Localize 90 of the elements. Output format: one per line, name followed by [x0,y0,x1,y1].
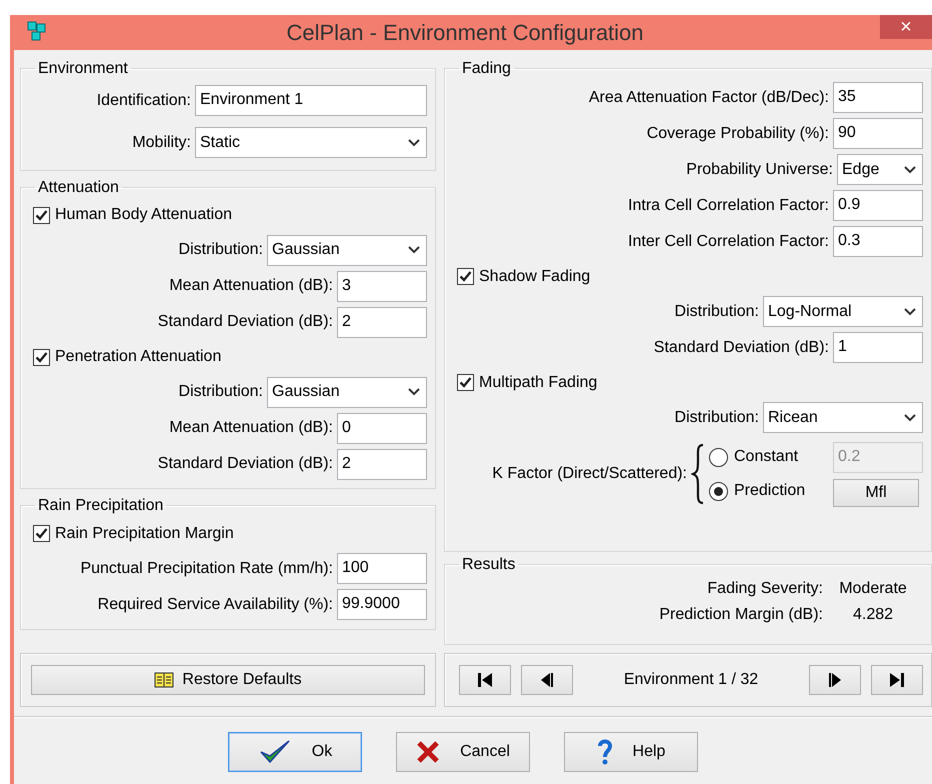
field-label: Standard Deviation (dB): [654,338,829,358]
checkmark-icon [35,350,48,364]
field-label: Punctual Precipitation Rate (mm/h): [80,558,333,579]
dropdown[interactable]: Ricean [763,402,923,434]
result-value: 4.282 [852,604,894,625]
field-label: Coverage Probability (%): [646,124,829,144]
checkbox-label[interactable]: Multipath Fading [479,370,598,395]
checkbox-label[interactable]: Penetration Attenuation [55,345,222,370]
input-field[interactable]: 90 [833,118,923,150]
dropdown[interactable]: Edge [837,154,923,186]
input-field[interactable]: 100 [337,553,427,584]
checkmark-icon [35,208,48,222]
input-field[interactable]: 2 [337,448,427,480]
previous-button[interactable] [521,665,573,695]
window-title: CelPlan - Environment Configuration [285,19,645,47]
first-icon [476,671,494,689]
input-field[interactable]: 0.9 [833,190,923,222]
close-button[interactable]: × [880,15,932,39]
checkmark-icon [459,270,472,284]
first-button[interactable] [459,665,511,695]
dropdown[interactable]: Log-Normal [763,296,923,328]
radio-label[interactable]: Prediction [734,479,806,504]
group-title: Attenuation [37,178,120,196]
chevron-icon [904,414,916,422]
field-label: Mean Attenuation (dB): [169,276,333,296]
help-icon [596,738,613,766]
field-label: Inter Cell Correlation Factor: [628,232,829,252]
field-label: Identification: [96,90,191,111]
dialog-button[interactable]: Ok [228,732,362,772]
last-icon [888,671,906,689]
next-button[interactable] [808,665,861,695]
input-field[interactable]: 3 [337,270,427,302]
field-label: Standard Deviation (dB): [158,312,333,332]
mfl-button[interactable]: Mfl [833,478,919,507]
checkbox[interactable] [457,268,474,286]
result-label: Fading Severity: [707,578,823,599]
group-title: Fading [461,60,512,78]
input-field[interactable]: Environment 1 [195,85,427,116]
input-field[interactable]: 0.3 [833,226,923,258]
close-icon [416,740,440,764]
chevron-icon [408,246,420,254]
checkmark-icon [258,738,292,766]
dropdown[interactable]: Gaussian [267,376,427,408]
checkbox-label[interactable]: Rain Precipitation Margin [55,522,234,546]
group-title: Rain Precipitation [37,497,164,515]
field-label: Standard Deviation (dB): [158,454,333,474]
chevron-icon [408,138,420,147]
field-label: Required Service Availability (%): [98,594,333,615]
input-field[interactable]: 35 [833,82,923,114]
chevron-icon [408,388,420,396]
field-label: K Factor (Direct/Scattered): [492,464,687,484]
input-field[interactable]: 1 [833,332,923,364]
dropdown[interactable]: Static [195,127,427,158]
chevron-icon [904,308,916,316]
dialog-button[interactable]: Cancel [396,732,530,772]
field-label: Probability Universe: [686,160,833,180]
radio-label[interactable]: Constant [734,445,798,470]
radio-button[interactable] [709,448,728,467]
dropdown[interactable]: Gaussian [267,234,427,266]
radio-button[interactable] [709,482,728,501]
chevron-icon [904,166,916,174]
field-label: Intra Cell Correlation Factor: [628,196,829,216]
restore-defaults-button[interactable]: Restore Defaults [31,665,425,695]
checkbox-label[interactable]: Human Body Attenuation [55,203,232,228]
field-label: Distribution: [178,382,263,402]
checkbox[interactable] [33,525,50,542]
input-field[interactable]: 2 [337,306,427,338]
field-label: Area Attenuation Factor (dB/Dec): [588,88,829,108]
brace-icon [691,443,705,506]
input-field[interactable]: 99.9000 [337,589,427,620]
checkbox-label[interactable]: Shadow Fading [479,264,590,289]
field-label: Distribution: [674,302,759,322]
group-title: Results [461,556,516,574]
dialog-button[interactable]: Help [564,732,698,772]
last-button[interactable] [870,665,923,695]
checkmark-icon [459,376,472,390]
result-value: Moderate [838,578,908,599]
checkbox[interactable] [457,374,474,392]
field-label: Distribution: [674,408,759,428]
field-label: Mobility: [132,132,191,153]
field-label: Mean Attenuation (dB): [169,418,333,438]
record-counter: Environment 1 / 32 [624,670,758,690]
checkbox[interactable] [33,348,50,366]
result-label: Prediction Margin (dB): [659,604,823,625]
table-icon [154,672,174,688]
group-title: Environment [37,60,129,78]
checkmark-icon [35,527,48,540]
field-label: Distribution: [178,240,263,260]
checkbox[interactable] [33,206,50,224]
input-field[interactable]: 0 [337,412,427,444]
